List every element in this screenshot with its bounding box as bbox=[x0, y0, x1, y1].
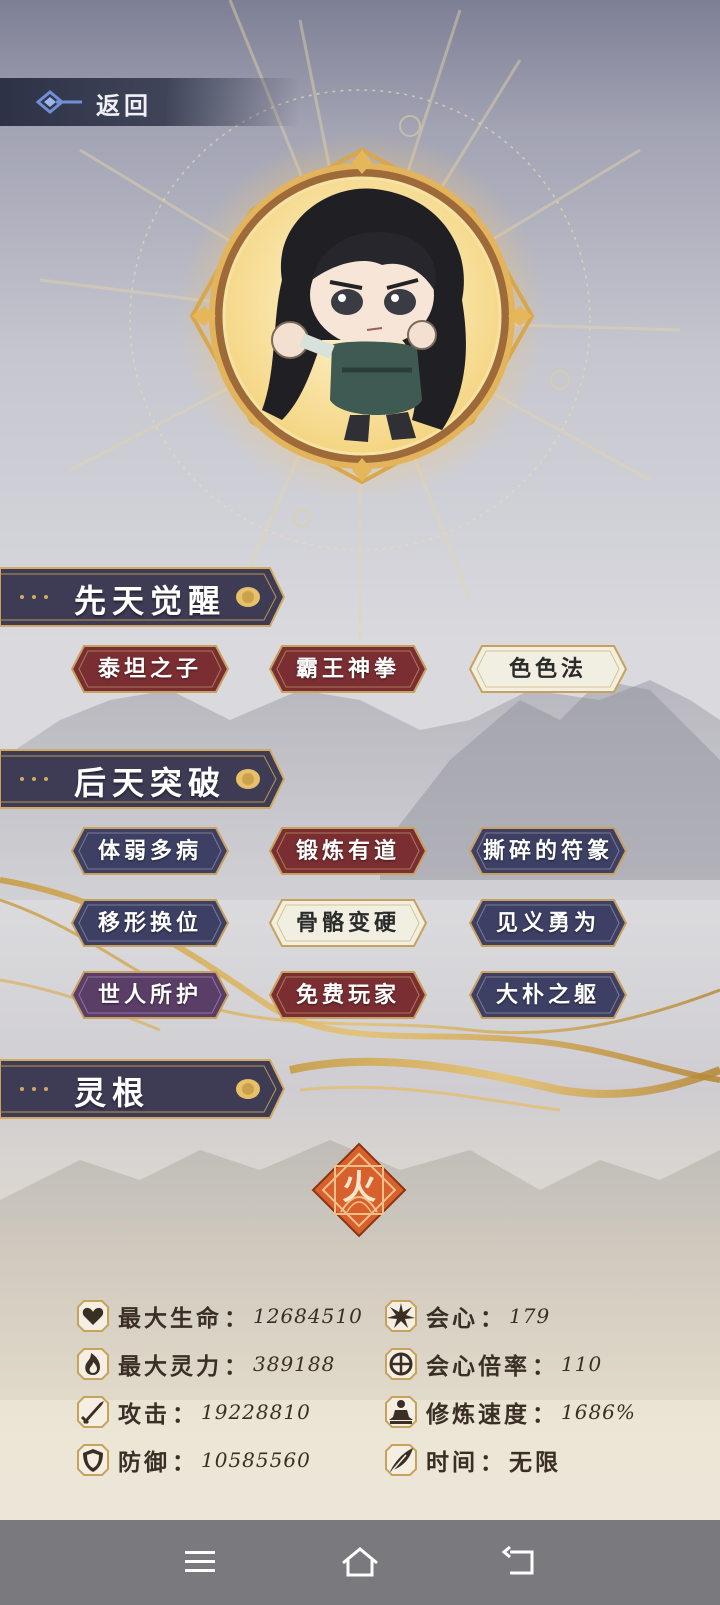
stat-value: 179 bbox=[509, 1304, 551, 1328]
stat-crit: 会心 ： 179 bbox=[384, 1298, 550, 1334]
section-banner-innate: 先天觉醒 bbox=[0, 564, 290, 630]
tag-frail[interactable]: 体弱多病 bbox=[70, 824, 230, 878]
target-icon bbox=[385, 1348, 417, 1380]
tag-label: 撕碎的符篆 bbox=[482, 838, 613, 864]
tag-training-way[interactable]: 锻炼有道 bbox=[268, 824, 428, 878]
stat-time: 时间 ： 无限 bbox=[384, 1442, 561, 1478]
feather-icon bbox=[385, 1444, 417, 1476]
tag-free-player[interactable]: 免费玩家 bbox=[268, 968, 428, 1022]
system-navigation-bar bbox=[0, 1520, 720, 1605]
stat-label: 会心倍率 bbox=[426, 1353, 530, 1380]
stat-colon: ： bbox=[480, 1305, 503, 1332]
tag-bones-harden[interactable]: 骨骼变硬 bbox=[268, 896, 428, 950]
tag-label: 免费玩家 bbox=[295, 982, 400, 1008]
stat-value: 19228810 bbox=[201, 1400, 311, 1424]
stat-colon: ： bbox=[224, 1305, 247, 1332]
stat-value: 110 bbox=[561, 1352, 603, 1376]
stat-colon: ： bbox=[172, 1449, 195, 1476]
flame-icon bbox=[77, 1348, 109, 1380]
diamond-arrow-icon bbox=[35, 90, 82, 114]
tag-sese-method[interactable]: 色色法 bbox=[468, 642, 628, 696]
tag-label: 见义勇为 bbox=[495, 910, 600, 936]
stat-defense: 防御 ： 10585560 bbox=[76, 1442, 311, 1478]
shield-icon bbox=[77, 1444, 109, 1476]
stat-colon: ： bbox=[532, 1353, 555, 1380]
stat-colon: ： bbox=[480, 1449, 503, 1476]
stat-value: 12684510 bbox=[253, 1304, 363, 1328]
section-banner-spirit-root: 灵根 bbox=[0, 1056, 290, 1122]
tag-titan-son[interactable]: 泰坦之子 bbox=[70, 642, 230, 696]
home-icon[interactable] bbox=[338, 1542, 382, 1582]
stat-colon: ： bbox=[224, 1353, 247, 1380]
stat-colon: ： bbox=[532, 1401, 555, 1428]
stat-label: 防御 bbox=[118, 1449, 170, 1476]
tag-label: 色色法 bbox=[508, 656, 587, 682]
tag-label: 霸王神拳 bbox=[295, 656, 400, 682]
tag-label: 泰坦之子 bbox=[97, 656, 202, 682]
back-button[interactable]: 返回 bbox=[0, 78, 300, 126]
stat-max-spirit: 最大灵力 ： 389188 bbox=[76, 1346, 335, 1382]
fire-root-emblem[interactable]: 火 bbox=[311, 1142, 407, 1238]
section-title-spirit-root: 灵根 bbox=[74, 1074, 151, 1112]
tag-label: 锻炼有道 bbox=[295, 838, 400, 864]
section-banner-acquired: 后天突破 bbox=[0, 746, 290, 812]
section-title-acquired: 后天突破 bbox=[74, 764, 227, 802]
tag-label: 移形换位 bbox=[97, 910, 202, 936]
tag-label: 世人所护 bbox=[97, 982, 202, 1008]
tag-label: 大朴之躯 bbox=[495, 982, 600, 1008]
tag-shift-position[interactable]: 移形换位 bbox=[70, 896, 230, 950]
character-avatar bbox=[172, 130, 552, 510]
tag-protected[interactable]: 世人所护 bbox=[70, 968, 230, 1022]
tag-label: 骨骼变硬 bbox=[295, 910, 400, 936]
element-label: 火 bbox=[342, 1168, 376, 1208]
stat-value: 无限 bbox=[509, 1449, 561, 1476]
burst-icon bbox=[385, 1300, 417, 1332]
heart-icon bbox=[77, 1300, 109, 1332]
stat-value: 10585560 bbox=[201, 1448, 311, 1472]
stat-crit-multiplier: 会心倍率 ： 110 bbox=[384, 1346, 602, 1382]
tag-torn-talisman[interactable]: 撕碎的符篆 bbox=[468, 824, 628, 878]
stat-max-hp: 最大生命 ： 12684510 bbox=[76, 1298, 363, 1334]
stat-value: 1686% bbox=[561, 1400, 636, 1424]
stat-label: 最大灵力 bbox=[118, 1353, 222, 1380]
tag-overlord-fist[interactable]: 霸王神拳 bbox=[268, 642, 428, 696]
stat-label: 时间 bbox=[426, 1449, 478, 1476]
tag-simple-body[interactable]: 大朴之躯 bbox=[468, 968, 628, 1022]
stat-label: 最大生命 bbox=[118, 1305, 222, 1332]
stat-attack: 攻击 ： 19228810 bbox=[76, 1394, 311, 1430]
back-label: 返回 bbox=[96, 91, 152, 120]
stat-label: 会心 bbox=[426, 1305, 478, 1332]
tag-heroic[interactable]: 见义勇为 bbox=[468, 896, 628, 950]
menu-icon[interactable] bbox=[178, 1542, 222, 1582]
stat-value: 389188 bbox=[253, 1352, 336, 1376]
tag-label: 体弱多病 bbox=[97, 838, 202, 864]
stat-label: 修炼速度 bbox=[426, 1401, 530, 1428]
stat-label: 攻击 bbox=[118, 1401, 170, 1428]
sword-icon bbox=[77, 1396, 109, 1428]
section-title-innate: 先天觉醒 bbox=[74, 582, 227, 620]
back-arrow-icon[interactable] bbox=[498, 1542, 542, 1582]
stat-colon: ： bbox=[172, 1401, 195, 1428]
stat-cultivation-speed: 修炼速度 ： 1686% bbox=[384, 1394, 636, 1430]
avatar-frame bbox=[177, 131, 547, 501]
meditation-icon bbox=[385, 1396, 417, 1428]
